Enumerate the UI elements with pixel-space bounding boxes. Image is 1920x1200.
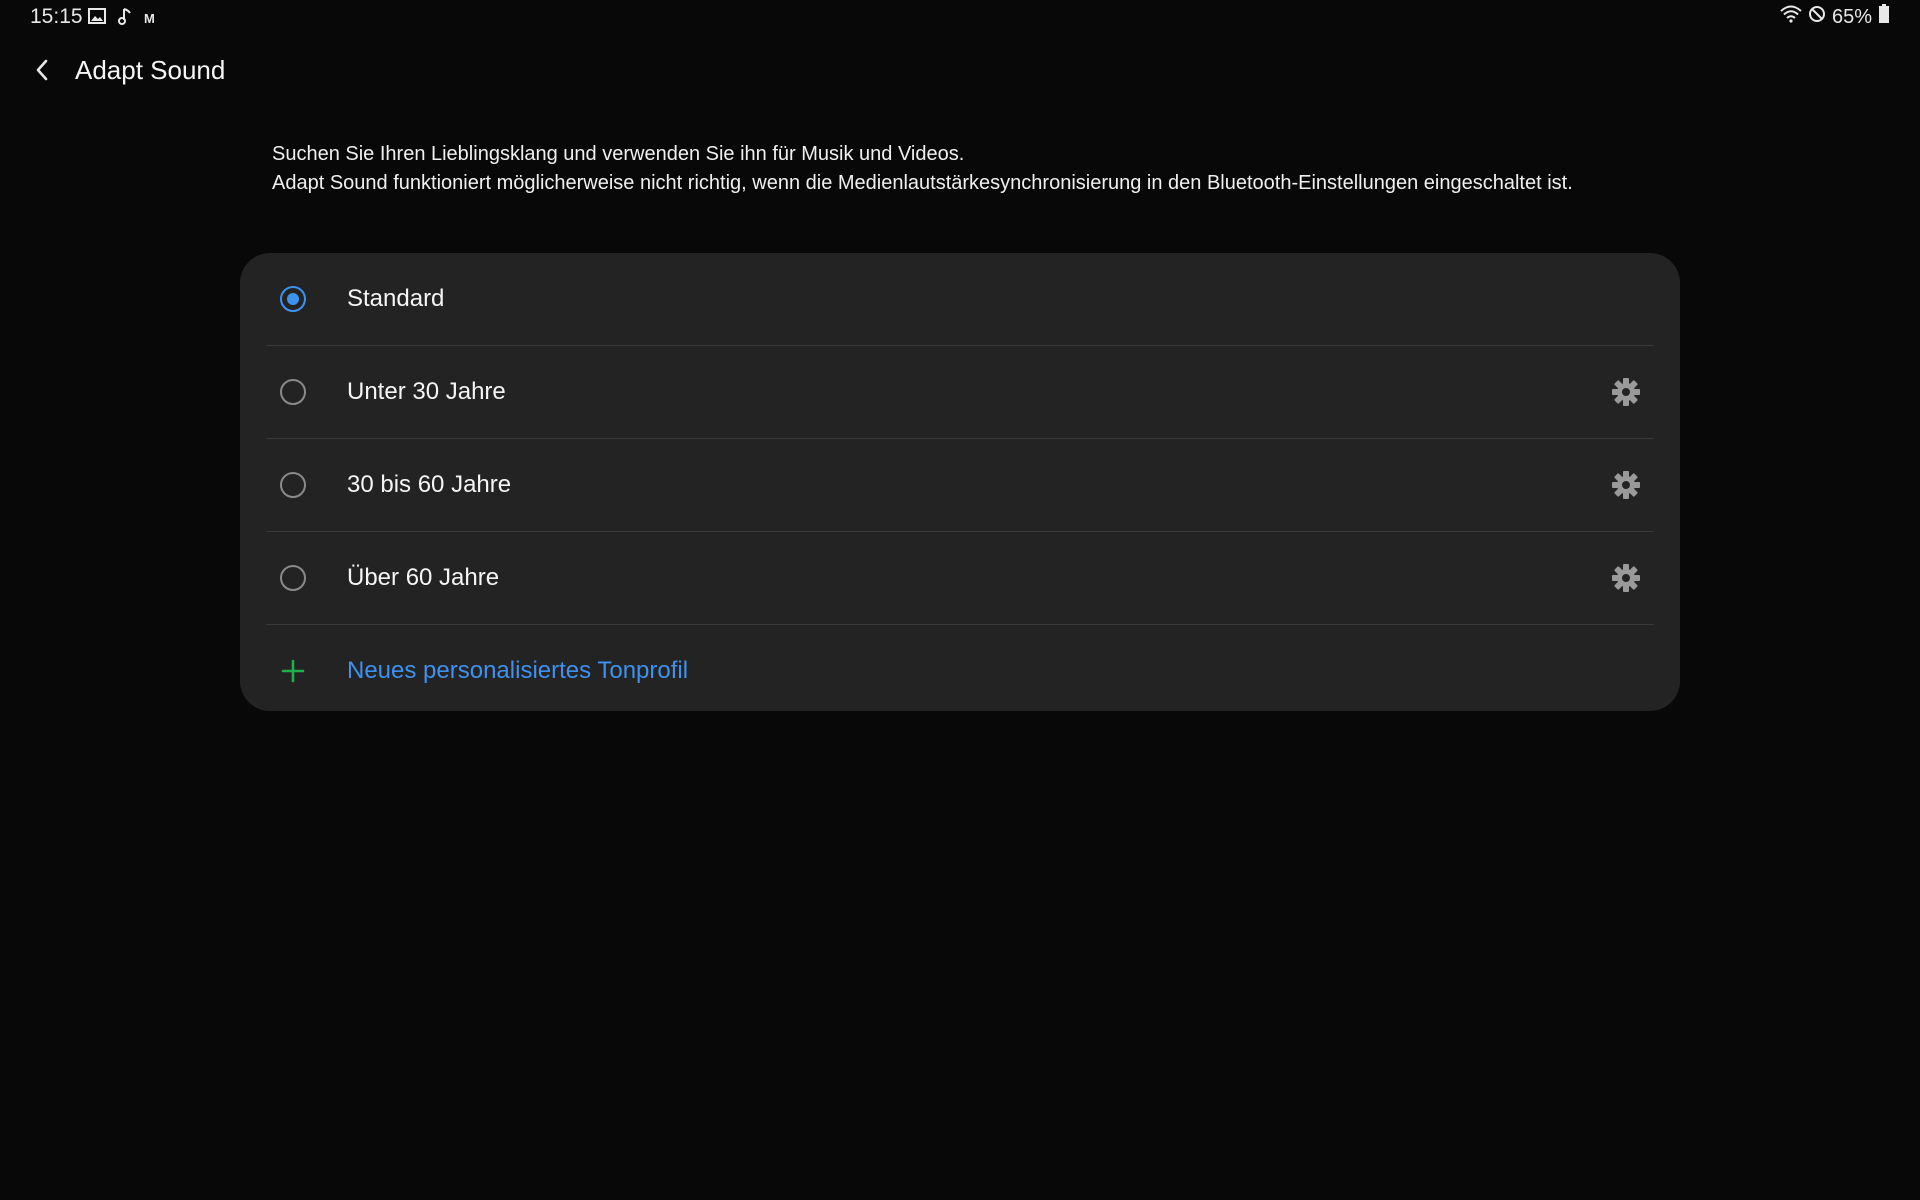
app-bar: Adapt Sound <box>0 40 1920 102</box>
plus-icon <box>280 658 306 684</box>
option-row-standard[interactable]: Standard <box>266 253 1654 346</box>
radio-button[interactable] <box>280 565 306 591</box>
radio-button[interactable] <box>280 379 306 405</box>
option-label: Standard <box>347 285 445 312</box>
description-line-1: Suchen Sie Ihren Lieblingsklang und verw… <box>272 143 965 165</box>
music-note-icon <box>118 7 132 30</box>
adapt-sound-screen: 15:15 M 65% Adapt Sound Suchen Sie Ihren… <box>0 0 1920 1200</box>
status-right: 65% <box>1780 4 1890 30</box>
radio-button[interactable] <box>280 472 306 498</box>
radio-button-selected[interactable] <box>280 286 306 312</box>
battery-icon <box>1878 4 1890 30</box>
gear-icon[interactable] <box>1608 467 1644 503</box>
option-label: Über 60 Jahre <box>347 564 500 591</box>
notification-icons: M <box>88 7 155 30</box>
description: Suchen Sie Ihren Lieblingsklang und verw… <box>272 140 1652 198</box>
status-bar: 15:15 M 65% <box>0 0 1920 34</box>
battery-percent: 65% <box>1831 5 1872 28</box>
back-arrow-icon <box>32 58 52 87</box>
sound-profile-card: Standard Unter 30 Jahre 30 bis 60 Jahre … <box>240 253 1680 711</box>
description-line-2: Adapt Sound funktioniert möglicherweise … <box>272 172 1573 194</box>
gear-icon[interactable] <box>1608 560 1644 596</box>
option-row-over-60[interactable]: Über 60 Jahre <box>266 532 1654 625</box>
gear-icon[interactable] <box>1608 374 1644 410</box>
gmail-icon: M <box>144 11 155 26</box>
do-not-disturb-icon <box>1808 5 1826 29</box>
option-row-under-30[interactable]: Unter 30 Jahre <box>266 346 1654 439</box>
option-row-30-to-60[interactable]: 30 bis 60 Jahre <box>266 439 1654 532</box>
back-button[interactable] <box>18 48 66 96</box>
add-profile-row[interactable]: Neues personalisiertes Tonprofil <box>266 625 1654 717</box>
page-title: Adapt Sound <box>75 55 226 85</box>
image-icon <box>88 8 106 29</box>
option-label: 30 bis 60 Jahre <box>347 471 512 498</box>
option-label: Unter 30 Jahre <box>347 378 506 405</box>
wifi-icon <box>1780 5 1802 29</box>
add-profile-label[interactable]: Neues personalisiertes Tonprofil <box>347 657 688 685</box>
status-time: 15:15 <box>30 5 83 28</box>
